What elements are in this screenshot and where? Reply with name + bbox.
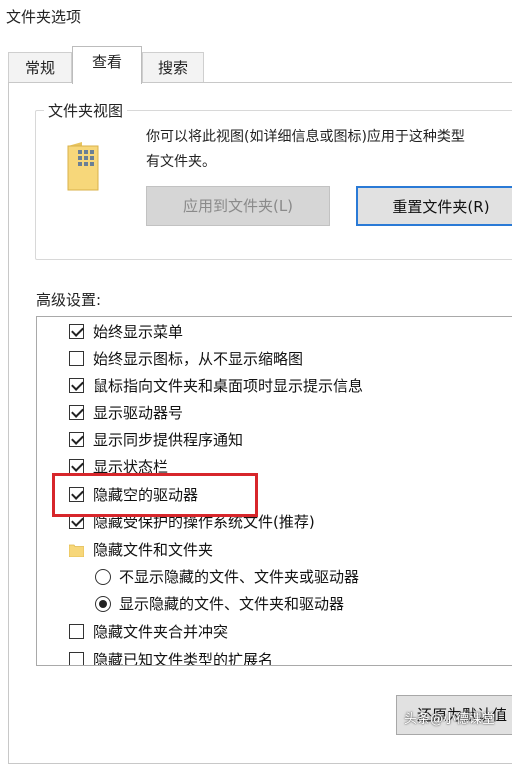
list-item-label: 始终显示图标，从不显示缩略图 — [93, 350, 304, 368]
list-item-label: 始终显示菜单 — [93, 323, 184, 341]
list-item-label: 不显示隐藏的文件、文件夹或驱动器 — [119, 568, 360, 586]
checkbox[interactable] — [69, 459, 84, 474]
list-item-label: 显示驱动器号 — [93, 404, 184, 422]
list-item-label: 隐藏已知文件类型的扩展名 — [93, 651, 274, 666]
checkbox[interactable] — [69, 351, 84, 366]
list-item[interactable]: 隐藏已知文件类型的扩展名 — [37, 647, 512, 666]
list-item[interactable]: 始终显示菜单 — [37, 319, 512, 346]
folder-views-description: 你可以将此视图(如详细信息或图标)应用于这种类型 有文件夹。 — [146, 125, 512, 175]
tab-search[interactable]: 搜索 — [142, 52, 204, 82]
checkbox[interactable] — [69, 624, 84, 639]
apply-to-folders-button[interactable]: 应用到文件夹(L) — [146, 186, 330, 226]
checkbox[interactable] — [69, 432, 84, 447]
list-item[interactable]: 始终显示图标，从不显示缩略图 — [37, 346, 512, 373]
tab-view[interactable]: 查看 — [72, 46, 142, 84]
list-item-label: 隐藏文件和文件夹 — [93, 541, 214, 559]
list-group-hidden-files: 隐藏文件和文件夹 — [37, 537, 512, 564]
highlight-box — [52, 473, 258, 517]
folder-icon — [69, 544, 84, 557]
description-line-2: 有文件夹。 — [146, 154, 216, 170]
list-item[interactable]: 隐藏文件夹合并冲突 — [37, 619, 512, 646]
radio-button[interactable] — [95, 596, 111, 612]
checkbox[interactable] — [69, 324, 84, 339]
folder-view-icon — [67, 142, 99, 191]
checkbox[interactable] — [69, 405, 84, 420]
watermark: 头条@小德课堂 — [404, 712, 496, 727]
radio-button[interactable] — [95, 569, 111, 585]
reset-folders-button[interactable]: 重置文件夹(R) — [356, 186, 512, 226]
tab-general[interactable]: 常规 — [8, 52, 72, 82]
list-item-label: 显示同步提供程序通知 — [93, 431, 244, 449]
list-item[interactable]: 显示隐藏的文件、文件夹和驱动器 — [37, 591, 512, 618]
list-item[interactable]: 不显示隐藏的文件、文件夹或驱动器 — [37, 564, 512, 591]
tab-bar: 常规 查看 搜索 — [0, 46, 512, 84]
advanced-settings-label: 高级设置: — [36, 291, 102, 309]
description-line-1: 你可以将此视图(如详细信息或图标)应用于这种类型 — [146, 129, 465, 145]
list-item[interactable]: 显示同步提供程序通知 — [37, 427, 512, 454]
checkbox[interactable] — [69, 652, 84, 665]
list-item-label: 隐藏文件夹合并冲突 — [93, 623, 229, 641]
folder-views-label: 文件夹视图 — [44, 100, 128, 121]
list-item[interactable]: 显示驱动器号 — [37, 400, 512, 427]
list-item-label: 鼠标指向文件夹和桌面项时显示提示信息 — [93, 377, 364, 395]
list-item[interactable]: 鼠标指向文件夹和桌面项时显示提示信息 — [37, 373, 512, 400]
checkbox[interactable] — [69, 378, 84, 393]
window-title: 文件夹选项 — [6, 8, 82, 26]
list-item-label: 显示隐藏的文件、文件夹和驱动器 — [119, 595, 345, 613]
